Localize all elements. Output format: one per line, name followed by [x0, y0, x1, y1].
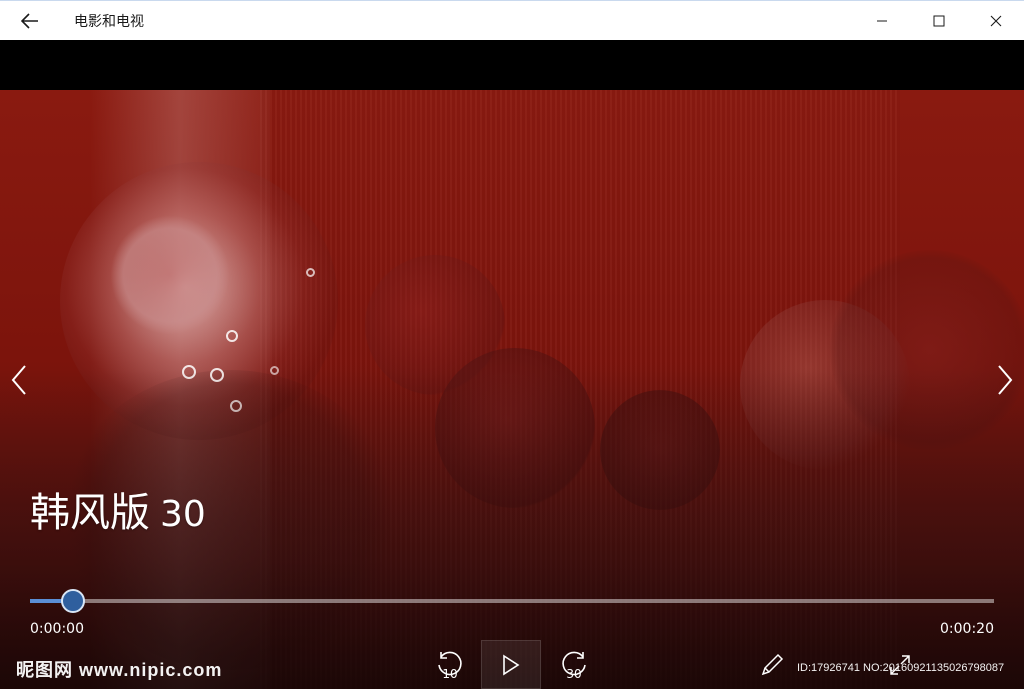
skip-back-icon: 10 — [438, 651, 462, 681]
minimize-button[interactable] — [853, 1, 910, 41]
skip-forward-icon: 30 — [562, 651, 586, 681]
close-icon — [990, 15, 1001, 27]
maximize-icon — [933, 15, 944, 27]
next-button[interactable] — [990, 360, 1020, 400]
pencil-icon — [761, 653, 784, 675]
close-button[interactable] — [967, 1, 1024, 41]
edit-button[interactable] — [752, 640, 792, 689]
play-icon — [503, 654, 520, 675]
back-button[interactable] — [0, 1, 60, 41]
window-controls — [853, 1, 1024, 41]
decor-dot — [226, 330, 238, 342]
letterbox-top — [0, 40, 1024, 90]
watermark-id: ID:17926741 NO:20160921135026798087 — [797, 662, 1005, 674]
previous-button[interactable] — [4, 360, 34, 400]
decor-ring — [110, 215, 230, 335]
back-arrow-icon — [21, 12, 38, 29]
watermark-site: 昵图网 www.nipic.com — [16, 660, 223, 680]
title-bar: 电影和电视 — [0, 0, 1024, 40]
decor-dot — [306, 268, 315, 277]
skip-back-button[interactable]: 10 — [420, 640, 480, 689]
total-time: 0:00:20 — [940, 621, 994, 637]
media-title: 韩风版 30 — [30, 480, 206, 538]
skip-back-label: 10 — [442, 667, 457, 681]
skip-forward-label: 30 — [566, 667, 581, 681]
maximize-button[interactable] — [910, 1, 967, 41]
skip-forward-button[interactable]: 30 — [544, 640, 604, 689]
app-title: 电影和电视 — [74, 13, 144, 30]
chevron-left-icon — [11, 365, 26, 395]
media-title-main: 韩风版 — [30, 490, 150, 536]
current-time: 0:00:00 — [30, 621, 84, 637]
chevron-right-icon — [998, 365, 1013, 395]
seek-bar[interactable] — [30, 599, 994, 603]
minimize-icon — [876, 20, 887, 22]
play-button[interactable] — [481, 640, 541, 689]
media-title-number: 30 — [160, 494, 206, 535]
